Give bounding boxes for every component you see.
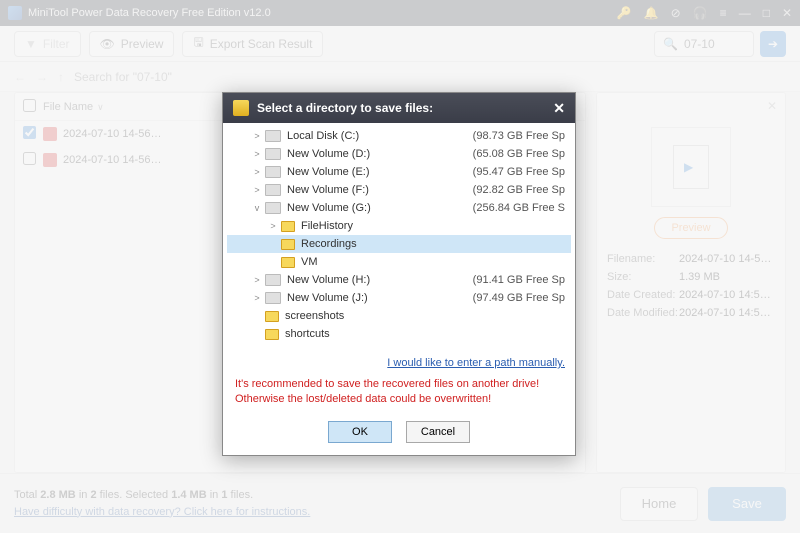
folder-icon bbox=[265, 311, 279, 322]
expand-icon[interactable]: > bbox=[251, 293, 263, 303]
tree-label: New Volume (G:) bbox=[287, 202, 473, 214]
expand-icon[interactable]: > bbox=[251, 149, 263, 159]
free-space: (92.82 GB Free Sp bbox=[473, 184, 565, 196]
tree-node[interactable]: Recordings bbox=[227, 235, 571, 253]
tree-node[interactable]: screenshots bbox=[227, 307, 571, 325]
directory-tree[interactable]: > Local Disk (C:)(98.73 GB Free Sp > New Vo… bbox=[223, 123, 575, 351]
tree-node[interactable]: > New Volume (J:)(97.49 GB Free Sp bbox=[227, 289, 571, 307]
warning-text: It's recommended to save the recovered f… bbox=[223, 375, 575, 415]
free-space: (256.84 GB Free S bbox=[473, 202, 565, 214]
dialog-titlebar: Select a directory to save files: ✕ bbox=[223, 93, 575, 123]
tree-node[interactable]: > New Volume (D:)(65.08 GB Free Sp bbox=[227, 145, 571, 163]
cancel-button[interactable]: Cancel bbox=[406, 421, 470, 443]
tree-label: New Volume (H:) bbox=[287, 274, 473, 286]
drive-icon bbox=[265, 274, 281, 286]
drive-icon bbox=[265, 148, 281, 160]
tree-label: Recordings bbox=[301, 238, 565, 250]
free-space: (95.47 GB Free Sp bbox=[473, 166, 565, 178]
tree-label: shortcuts bbox=[285, 328, 565, 340]
tree-label: New Volume (F:) bbox=[287, 184, 473, 196]
tree-node[interactable]: v New Volume (G:)(256.84 GB Free S bbox=[227, 199, 571, 217]
drive-icon bbox=[265, 292, 281, 304]
tree-node[interactable]: > New Volume (F:)(92.82 GB Free Sp bbox=[227, 181, 571, 199]
tree-node[interactable]: > New Volume (H:)(91.41 GB Free Sp bbox=[227, 271, 571, 289]
free-space: (97.49 GB Free Sp bbox=[473, 292, 565, 304]
tree-label: VM bbox=[301, 256, 565, 268]
folder-icon bbox=[281, 239, 295, 250]
expand-icon[interactable]: v bbox=[251, 203, 263, 213]
tree-node[interactable]: > Local Disk (C:)(98.73 GB Free Sp bbox=[227, 127, 571, 145]
expand-icon[interactable]: > bbox=[251, 167, 263, 177]
folder-icon bbox=[281, 221, 295, 232]
expand-icon[interactable]: > bbox=[251, 185, 263, 195]
expand-icon[interactable]: > bbox=[251, 275, 263, 285]
drive-icon bbox=[265, 202, 281, 214]
tree-node[interactable]: > New Volume (E:)(95.47 GB Free Sp bbox=[227, 163, 571, 181]
tree-node[interactable]: shortcuts bbox=[227, 325, 571, 343]
free-space: (65.08 GB Free Sp bbox=[473, 148, 565, 160]
drive-icon bbox=[265, 184, 281, 196]
tree-label: New Volume (D:) bbox=[287, 148, 473, 160]
ok-button[interactable]: OK bbox=[328, 421, 392, 443]
tree-node[interactable]: > FileHistory bbox=[227, 217, 571, 235]
expand-icon[interactable]: > bbox=[251, 131, 263, 141]
folder-icon bbox=[233, 100, 249, 116]
dialog-close-icon[interactable]: ✕ bbox=[553, 100, 565, 117]
free-space: (98.73 GB Free Sp bbox=[473, 130, 565, 142]
drive-icon bbox=[265, 130, 281, 142]
folder-icon bbox=[265, 329, 279, 340]
tree-label: screenshots bbox=[285, 310, 565, 322]
tree-label: New Volume (J:) bbox=[287, 292, 473, 304]
tree-label: New Volume (E:) bbox=[287, 166, 473, 178]
save-directory-dialog: Select a directory to save files: ✕ > Loc… bbox=[222, 92, 576, 456]
tree-node[interactable]: VM bbox=[227, 253, 571, 271]
tree-label: Local Disk (C:) bbox=[287, 130, 473, 142]
folder-icon bbox=[281, 257, 295, 268]
drive-icon bbox=[265, 166, 281, 178]
expand-icon[interactable]: > bbox=[267, 221, 279, 231]
tree-label: FileHistory bbox=[301, 220, 565, 232]
free-space: (91.41 GB Free Sp bbox=[473, 274, 565, 286]
manual-path-link[interactable]: I would like to enter a path manually. bbox=[387, 357, 565, 369]
